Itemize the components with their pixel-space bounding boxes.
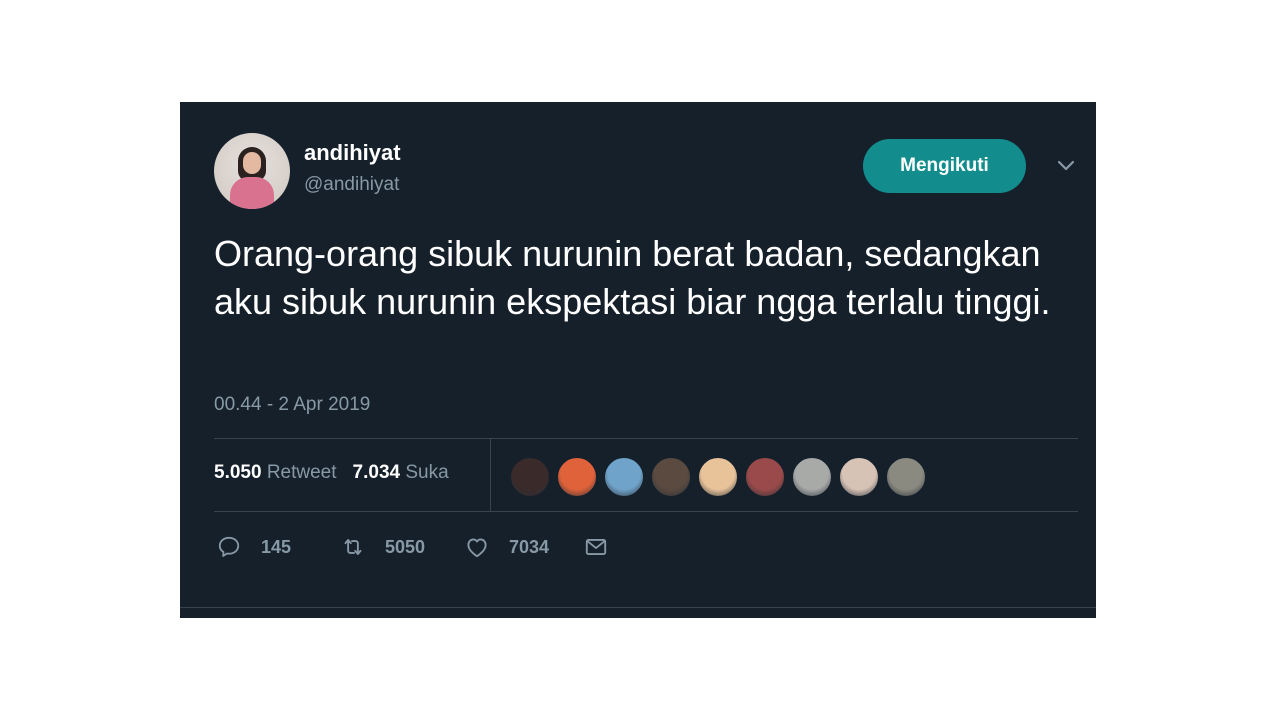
liker-avatars — [510, 457, 926, 497]
engagement-stats: 5.050 Retweet 7.034 Suka — [214, 462, 449, 484]
liker-avatar[interactable] — [792, 457, 832, 497]
liker-avatar[interactable] — [651, 457, 691, 497]
action-bar: 145 5050 7034 — [216, 532, 628, 562]
tweet-text: Orang-orang sibuk nurunin berat badan, s… — [214, 233, 1051, 322]
reply-icon — [218, 536, 240, 557]
likes-stat[interactable]: 7.034 Suka — [353, 462, 449, 483]
liker-avatar[interactable] — [839, 457, 879, 497]
direct-message-button[interactable] — [583, 534, 628, 560]
liker-avatar[interactable] — [745, 457, 785, 497]
tweet-timestamp[interactable]: 00.44 - 2 Apr 2019 — [214, 394, 370, 416]
display-name[interactable]: andihiyat — [304, 140, 401, 166]
like-button[interactable]: 7034 — [464, 534, 583, 560]
user-handle[interactable]: @andihiyat — [304, 174, 399, 196]
liker-avatar[interactable] — [510, 457, 550, 497]
likes-label: Suka — [405, 462, 449, 483]
retweets-label: Retweet — [266, 462, 337, 483]
liker-avatar[interactable] — [557, 457, 597, 497]
chevron-down-icon[interactable] — [1056, 158, 1076, 172]
card-bottom-border — [180, 607, 1096, 608]
reply-count: 145 — [261, 536, 292, 557]
retweets-stat[interactable]: 5.050 Retweet — [214, 462, 337, 483]
avatar-face — [243, 152, 261, 174]
divider — [214, 438, 1078, 439]
tweet-card: andihiyat @andihiyat Mengikuti Orang-ora… — [180, 102, 1096, 618]
stats-divider — [490, 438, 491, 511]
like-count: 7034 — [509, 536, 550, 557]
liker-avatar[interactable] — [886, 457, 926, 497]
message-icon — [585, 539, 607, 555]
following-button[interactable]: Mengikuti — [863, 139, 1026, 193]
likes-count: 7.034 — [352, 462, 401, 483]
reply-button[interactable]: 145 — [216, 534, 340, 560]
liker-avatar[interactable] — [698, 457, 738, 497]
retweets-count: 5.050 — [214, 462, 262, 483]
retweet-button[interactable]: 5050 — [340, 534, 464, 560]
liker-avatar[interactable] — [604, 457, 644, 497]
avatar[interactable] — [214, 133, 290, 209]
like-icon — [467, 538, 487, 558]
retweet-icon — [344, 539, 362, 555]
avatar-body — [230, 177, 274, 209]
divider — [214, 511, 1078, 512]
retweet-count: 5050 — [385, 536, 426, 557]
